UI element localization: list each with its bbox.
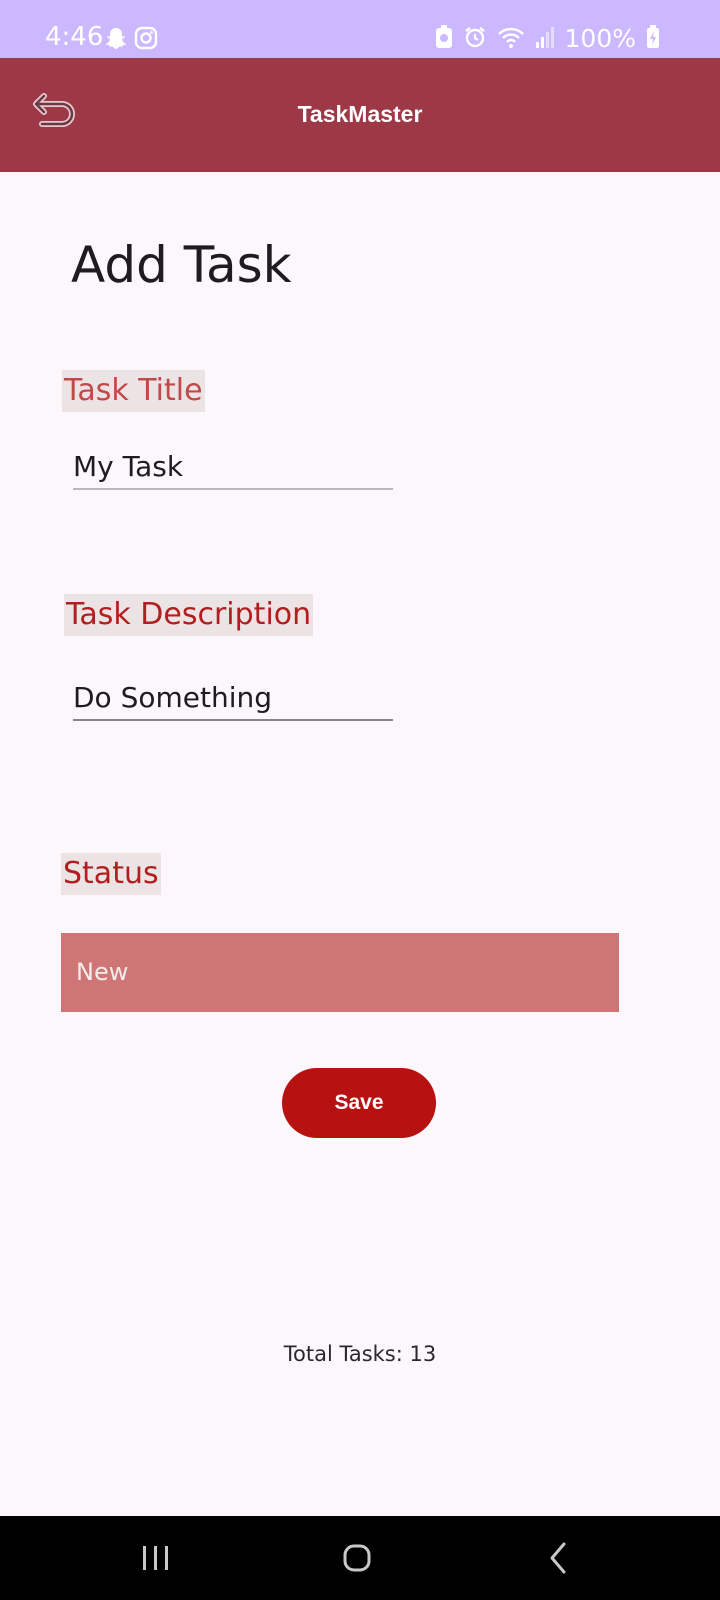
task-title-label: Task Title — [62, 370, 205, 412]
status-label: Status — [61, 853, 161, 895]
home-icon — [335, 1544, 379, 1584]
page-title: Add Task — [71, 236, 292, 294]
wifi-icon — [497, 25, 525, 54]
task-description-input[interactable] — [73, 675, 393, 721]
task-title-input[interactable] — [73, 444, 393, 490]
status-select[interactable]: New — [61, 933, 619, 1012]
status-left-icons — [104, 26, 158, 52]
navigation-bar — [0, 1516, 720, 1600]
battery-percentage: 100% — [564, 24, 636, 53]
signal-icon — [535, 25, 555, 54]
status-right-icons: 100% — [435, 24, 660, 54]
recents-icon — [134, 1546, 178, 1584]
status-bar: 4:46 100% — [0, 0, 720, 58]
save-button[interactable]: Save — [282, 1068, 436, 1138]
notification-icon — [435, 24, 453, 54]
nav-back-button[interactable] — [537, 1536, 581, 1580]
status-time: 4:46 — [45, 22, 104, 52]
back-icon — [537, 1542, 581, 1584]
app-title: TaskMaster — [297, 101, 423, 127]
app-bar: TaskMaster — [0, 58, 720, 172]
battery-charging-icon — [646, 24, 660, 54]
recents-button[interactable] — [134, 1536, 178, 1580]
total-tasks-text: Total Tasks: 13 — [283, 1342, 437, 1366]
status-select-value: New — [76, 958, 129, 986]
alarm-icon — [463, 25, 487, 54]
snapchat-icon — [104, 26, 128, 52]
instagram-icon — [134, 26, 158, 52]
home-button[interactable] — [335, 1536, 379, 1580]
task-description-label: Task Description — [64, 594, 314, 636]
